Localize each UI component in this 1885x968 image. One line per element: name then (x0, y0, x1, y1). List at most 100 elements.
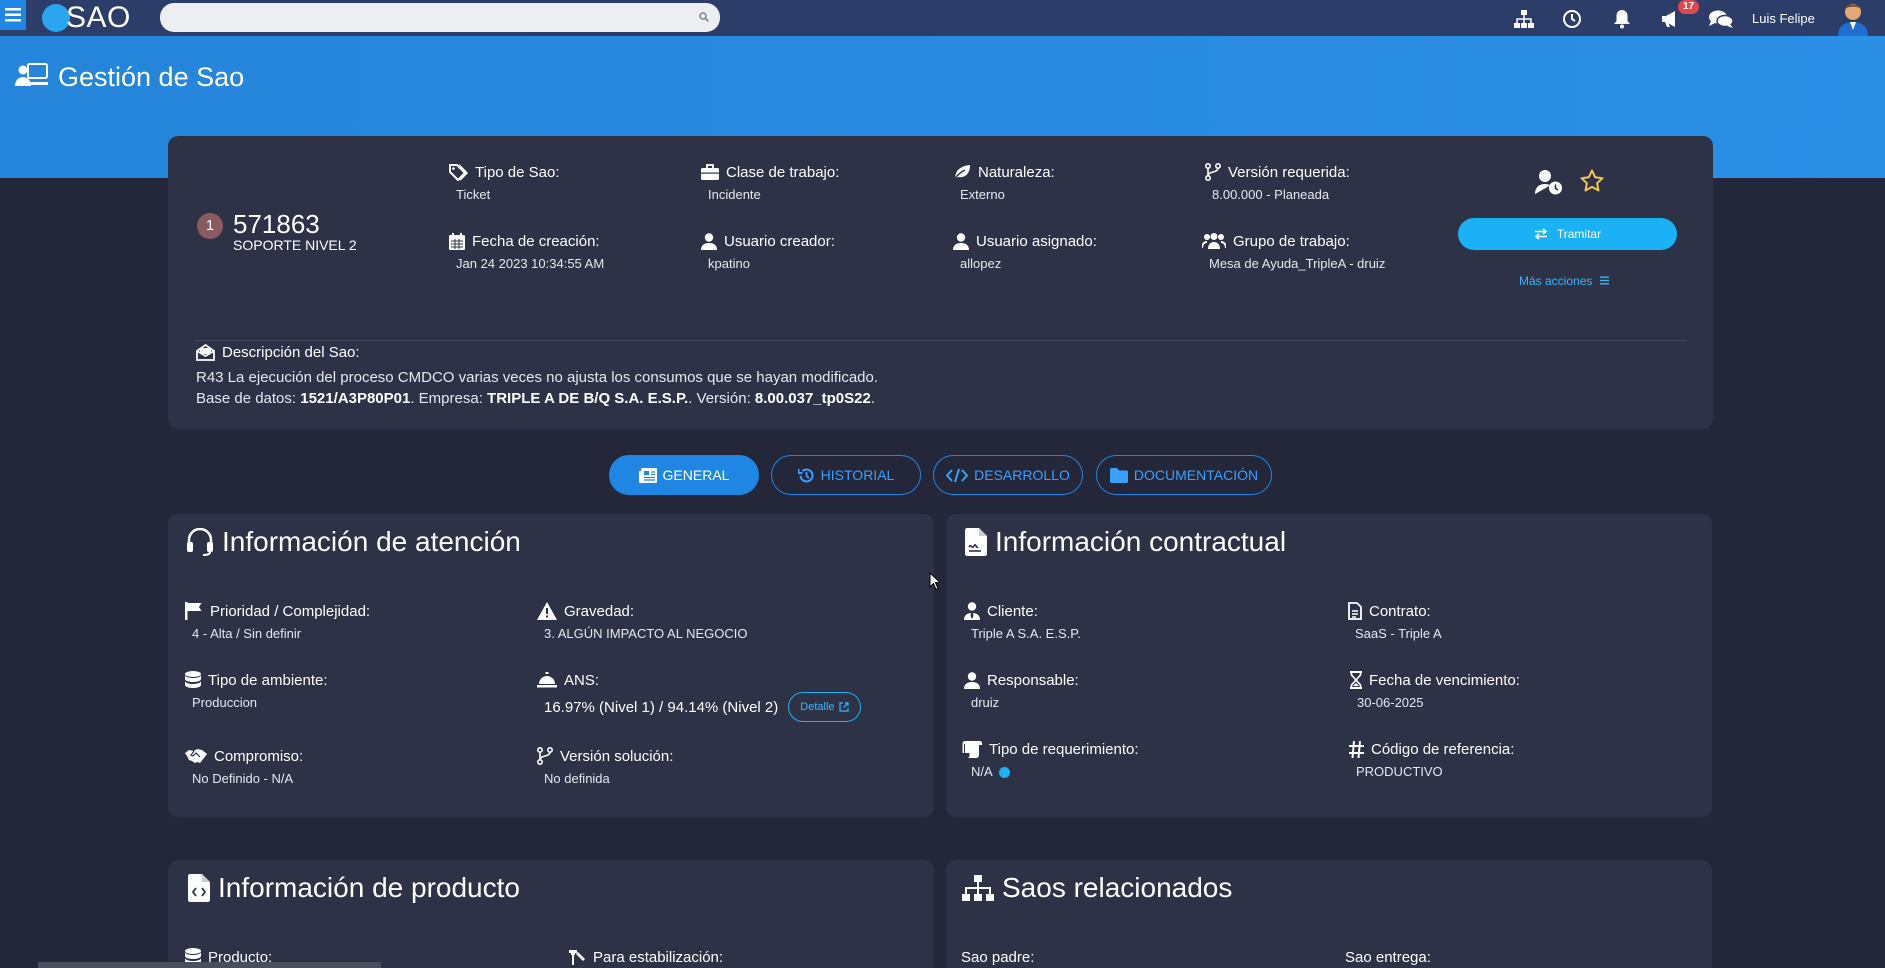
search-icon[interactable] (699, 12, 709, 22)
info-icon[interactable] (998, 767, 1010, 779)
horizontal-scrollbar[interactable] (38, 962, 381, 968)
gravedad-label: Gravedad: (564, 602, 635, 620)
ticket-number: 571863 (233, 209, 320, 239)
file-code-icon (188, 874, 210, 902)
sao-entrega-label: Sao entrega: (1345, 948, 1431, 966)
tab-general[interactable]: GENERAL (609, 455, 759, 495)
codigo-referencia-value: PRODUCTIVO (1356, 764, 1443, 779)
description-heading: Descripción del Sao: (196, 344, 360, 361)
gravedad-value: 3. ALGÚN IMPACTO AL NEGOCIO (544, 626, 748, 641)
search-input[interactable] (160, 3, 720, 32)
tab-historial[interactable]: HISTORIAL (771, 455, 921, 495)
users-icon (1202, 233, 1226, 249)
support-desk-icon (15, 63, 48, 86)
usuario-creador-label: Usuario creador: (724, 232, 835, 250)
tipo-sao-label: Tipo de Sao: (475, 163, 560, 181)
description-label: Descripción del Sao: (222, 344, 360, 361)
ticket-level: SOPORTE NIVEL 2 (233, 237, 357, 253)
newspaper-icon (638, 467, 657, 483)
hashtag-icon (1349, 740, 1364, 758)
ticket-position-badge: 1 (197, 213, 223, 239)
external-link-icon (838, 702, 849, 712)
tramitar-button[interactable]: Tramitar (1458, 218, 1677, 250)
mas-acciones-label: Más acciones (1519, 274, 1593, 288)
company-value: TRIPLE A DE B/Q S.A. E.S.P. (487, 390, 689, 407)
scroll-icon (962, 740, 982, 758)
tab-desarrollo[interactable]: DESARROLLO (933, 455, 1083, 495)
tipo-sao-value: Ticket (456, 187, 491, 202)
grupo-trabajo-value: Mesa de Ayuda_TripleA - druiz (1209, 256, 1386, 271)
field-usuario-asignado: Usuario asignado: allopez (953, 231, 1097, 271)
header-divider (195, 340, 1687, 341)
description-end: . (870, 390, 875, 407)
producto-title-text: Información de producto (218, 872, 520, 903)
prioridad-value: 4 - Alta / Sin definir (192, 626, 302, 641)
codigo-referencia-label: Código de referencia: (1371, 740, 1515, 758)
usuario-asignado-value: allopez (960, 256, 1002, 271)
field-gravedad: Gravedad: 3. ALGÚN IMPACTO AL NEGOCIO (537, 601, 747, 641)
field-contrato: Contrato: SaaS - Triple A (1348, 601, 1442, 641)
hamburger-menu-icon[interactable] (0, 0, 26, 30)
detalle-button[interactable]: Detalle (788, 692, 861, 722)
compromiso-label: Compromiso: (214, 747, 304, 765)
tab-documentacion[interactable]: DOCUMENTACIÓN (1096, 455, 1272, 495)
responsable-label: Responsable: (987, 671, 1079, 689)
user-name[interactable]: Luis Felipe (1752, 11, 1815, 26)
tab-general-label: GENERAL (662, 467, 730, 483)
envelope-open-icon (196, 344, 215, 361)
field-cliente: Cliente: Triple A S.A. E.S.P. (964, 601, 1081, 641)
field-version-solucion: Versión solución: No definida (537, 746, 673, 786)
fecha-creacion-label: Fecha de creación: (472, 232, 600, 250)
cliente-value: Triple A S.A. E.S.P. (971, 626, 1081, 641)
mas-acciones-link[interactable]: Más acciones (1519, 274, 1609, 288)
calendar-icon (449, 232, 465, 250)
relacionados-title-text: Saos relacionados (1002, 872, 1233, 903)
leaf-icon (953, 165, 970, 180)
user-clock-icon[interactable] (1535, 169, 1563, 195)
mouse-cursor-icon (929, 572, 941, 591)
company-prefix: . Empresa: (410, 390, 488, 407)
version-solucion-value: No definida (544, 771, 610, 786)
field-estabilizacion: Para estabilización: (568, 947, 723, 967)
hourglass-icon (1350, 671, 1362, 689)
exchange-icon (1534, 228, 1548, 240)
star-icon[interactable] (1580, 169, 1604, 193)
page-title: Gestión de Sao (58, 62, 245, 92)
contractual-title: Información contractual (965, 526, 1286, 558)
clock-icon[interactable] (1561, 8, 1583, 30)
compromiso-value: No Definido - N/A (192, 771, 294, 786)
user-tie-icon (964, 602, 980, 620)
chat-icon[interactable] (1708, 8, 1734, 30)
sitemap-icon[interactable] (1513, 8, 1535, 30)
field-grupo-trabajo: Grupo de trabajo: Mesa de Ayuda_TripleA … (1202, 231, 1385, 271)
field-ans: ANS: 16.97% (Nivel 1) / 94.14% (Nivel 2)… (537, 670, 861, 722)
file-icon (1348, 602, 1362, 620)
user-avatar[interactable] (1835, 0, 1871, 36)
ans-value: 16.97% (Nivel 1) / 94.14% (Nivel 2) (544, 698, 779, 716)
field-clase-trabajo: Clase de trabajo: Incidente (701, 162, 839, 202)
field-sao-padre: Sao padre: (961, 947, 1034, 967)
naturaleza-label: Naturaleza: (978, 163, 1055, 181)
contrato-label: Contrato: (1369, 602, 1431, 620)
user-icon (701, 232, 717, 250)
user-icon (964, 671, 980, 689)
contrato-value: SaaS - Triple A (1355, 626, 1442, 641)
code-branch-icon (537, 747, 553, 765)
flag-icon (185, 602, 202, 620)
briefcase-icon (701, 164, 719, 180)
version-prefix: . Versión: (688, 390, 755, 407)
sao-padre-label: Sao padre: (961, 948, 1035, 966)
field-tipo-sao: Tipo de Sao: Ticket (449, 162, 560, 202)
tab-documentacion-label: DOCUMENTACIÓN (1133, 467, 1259, 483)
prioridad-label: Prioridad / Complejidad: (210, 602, 371, 620)
field-usuario-creador: Usuario creador: kpatino (701, 231, 835, 271)
user-icon (953, 232, 969, 250)
sao-logo[interactable]: SAO (42, 1, 131, 34)
megaphone-icon[interactable] (1659, 8, 1681, 30)
field-sao-entrega: Sao entrega: (1345, 947, 1431, 967)
bell-icon[interactable] (1611, 8, 1633, 30)
bell-concierge-icon (537, 672, 557, 688)
version-requerida-value: 8.00.000 - Planeada (1212, 187, 1330, 202)
atencion-title: Información de atención (186, 526, 521, 558)
folder-icon (1109, 467, 1128, 483)
